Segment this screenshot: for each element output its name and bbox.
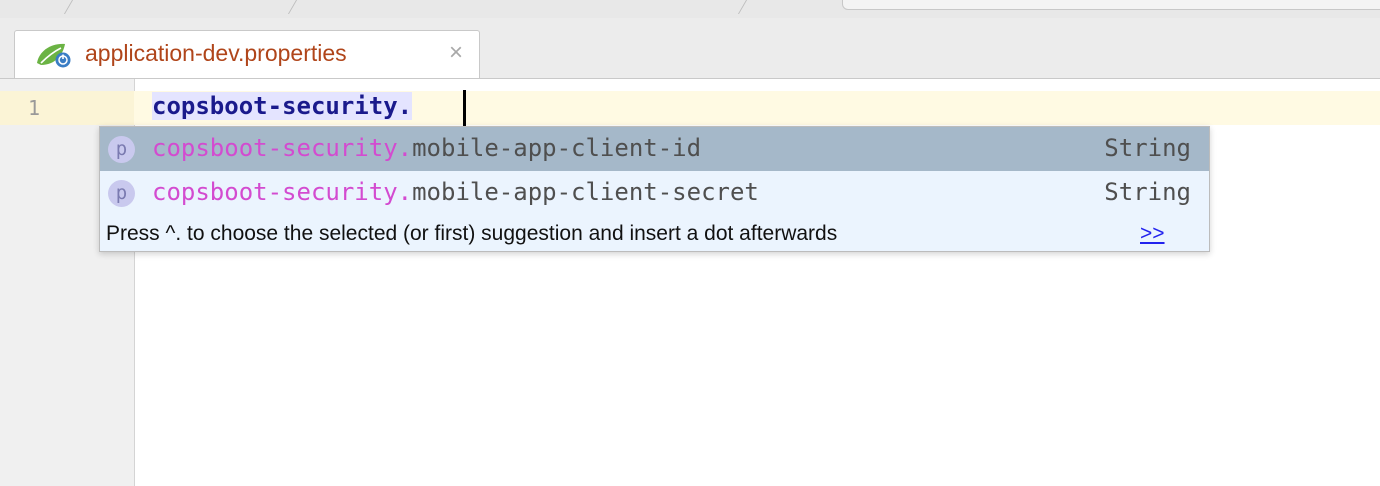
property-icon: p [108,180,135,207]
completion-item-type: String [1104,134,1191,162]
property-icon: p [108,136,135,163]
breadcrumb-bar [0,0,1380,18]
hint-more-link[interactable]: >> [1140,222,1165,246]
close-icon[interactable]: × [449,39,463,67]
completion-item[interactable]: p copsboot-security.mobile-app-client-se… [100,171,1209,215]
completion-popup: p copsboot-security.mobile-app-client-id… [99,126,1210,252]
completion-match-text: copsboot-security. [152,178,413,206]
search-field-edge[interactable] [842,0,1380,10]
completion-item[interactable]: p copsboot-security.mobile-app-client-id… [100,127,1209,171]
current-line-gutter-highlight [0,91,134,125]
breadcrumb-separator [287,0,298,14]
tab-label: application-dev.properties [85,40,347,66]
breadcrumb-separator [63,0,74,14]
text-caret [463,90,466,126]
editor-tab-bar: application-dev.properties × [0,18,1380,79]
completion-hint: Press ^. to choose the selected (or firs… [106,222,838,245]
completion-rest-text: mobile-app-client-id [412,134,702,162]
tab-application-dev-properties[interactable]: application-dev.properties × [14,30,480,78]
code-line[interactable]: copsboot-security. [152,92,413,120]
breadcrumb-separator [737,0,748,14]
completion-item-type: String [1104,178,1191,206]
line-number: 1 [28,96,41,120]
completion-match-text: copsboot-security. [152,134,413,162]
completion-item-name: copsboot-security.mobile-app-client-secr… [152,178,759,206]
spring-boot-icon [37,43,71,68]
completion-rest-text: mobile-app-client-secret [412,178,759,206]
completion-item-name: copsboot-security.mobile-app-client-id [152,134,701,162]
